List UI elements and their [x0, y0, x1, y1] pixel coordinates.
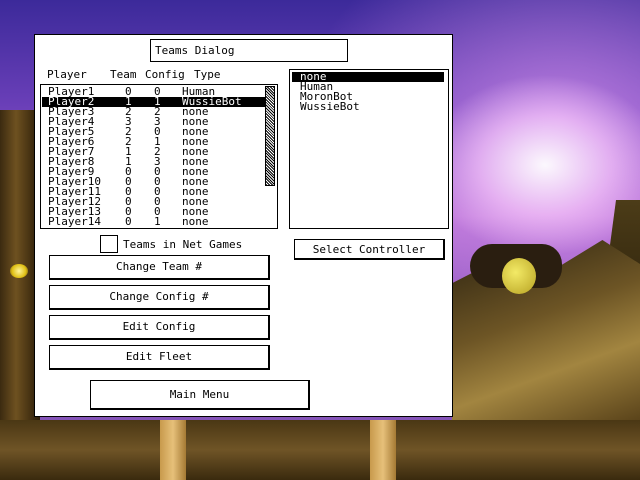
change-config-button[interactable]: Change Config # [49, 285, 270, 310]
header-team: Team [110, 68, 137, 81]
teams-dialog: Teams Dialog Player Team Config Type Pla… [34, 34, 453, 417]
select-controller-button[interactable]: Select Controller [294, 239, 445, 260]
turret-eye [502, 258, 536, 294]
player-config: 1 [154, 215, 161, 228]
player-row[interactable]: Player14 0 1 none [41, 215, 277, 228]
player-team: 0 [125, 215, 132, 228]
dialog-title: Teams Dialog [150, 39, 348, 62]
edit-fleet-button[interactable]: Edit Fleet [49, 345, 270, 370]
player-list[interactable]: Player1 0 0 Human Player2 1 1 WussieBot Player3 2… [40, 84, 278, 229]
wooden-post [160, 420, 186, 480]
change-team-button[interactable]: Change Team # [49, 255, 270, 280]
controller-option[interactable]: WussieBot [290, 101, 448, 112]
controller-list[interactable]: none Human MoronBot WussieBot [289, 69, 449, 229]
player-name: Player14 [48, 215, 101, 228]
header-type: Type [194, 68, 221, 81]
player-list-scrollbar[interactable] [265, 86, 275, 186]
teams-in-net-games-checkbox[interactable] [100, 235, 118, 253]
glowing-light [10, 264, 28, 278]
teams-in-net-games-label: Teams in Net Games [123, 238, 243, 251]
player-type: none [182, 215, 209, 228]
ground-rocks [0, 420, 640, 480]
edit-config-button[interactable]: Edit Config [49, 315, 270, 340]
header-config: Config [145, 68, 185, 81]
main-menu-button[interactable]: Main Menu [90, 380, 310, 410]
header-player: Player [47, 68, 87, 81]
wooden-post [370, 420, 396, 480]
